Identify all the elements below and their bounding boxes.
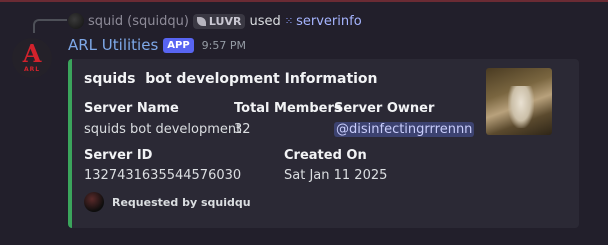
footer-avatar [84, 192, 104, 212]
message-header: ARL Utilities APP 9:57 PM [68, 36, 246, 54]
reply-context[interactable]: squid (squidqu) LUVR used ⁙ serverinfo [68, 11, 362, 31]
field-server-name-label: Server Name [84, 101, 179, 116]
field-server-id-label: Server ID [84, 148, 153, 163]
guild-tag-label: LUVR [208, 14, 242, 28]
embed-title: squids bot development Information [84, 71, 378, 87]
server-owner-mention[interactable]: @disinfectingrrrennn [334, 122, 475, 137]
footer-text: Requested by squidqu [112, 195, 251, 209]
field-server-id-value: 1327431635544576030 [84, 168, 242, 183]
guild-tag[interactable]: LUVR [192, 13, 246, 29]
field-total-members-label: Total Members [234, 101, 342, 116]
field-created-on-value: Sat Jan 11 2025 [284, 168, 388, 183]
embed-card: squids bot development Information Serve… [68, 59, 579, 228]
slash-command-icon: ⁙ [284, 15, 294, 27]
field-total-members-value: 32 [234, 122, 251, 137]
slash-command-link[interactable]: ⁙ serverinfo [285, 14, 362, 29]
slash-command-name: serverinfo [296, 13, 362, 29]
app-badge: APP [163, 37, 194, 53]
field-server-name-value: squids bot development [84, 122, 242, 137]
field-created-on-label: Created On [284, 148, 367, 163]
used-text: used [249, 13, 281, 29]
top-divider [0, 0, 608, 2]
field-server-owner-label: Server Owner [334, 101, 435, 116]
message-timestamp[interactable]: 9:57 PM [202, 39, 246, 52]
reply-connector [33, 19, 67, 33]
replied-user-handle: (squidqu) [127, 13, 189, 29]
embed-footer: Requested by squidqu [84, 192, 251, 212]
thumbnail-figure [508, 86, 534, 128]
avatar-logo-letter: A [22, 38, 42, 68]
avatar-logo-text: ARL [23, 65, 41, 73]
leaf-icon [196, 16, 206, 26]
embed-thumbnail[interactable] [486, 68, 552, 135]
replied-user-avatar[interactable] [68, 13, 84, 29]
bot-name[interactable]: ARL Utilities [68, 36, 158, 54]
replied-user-name[interactable]: squid [88, 14, 123, 29]
bot-avatar[interactable]: A ARL [12, 38, 52, 78]
